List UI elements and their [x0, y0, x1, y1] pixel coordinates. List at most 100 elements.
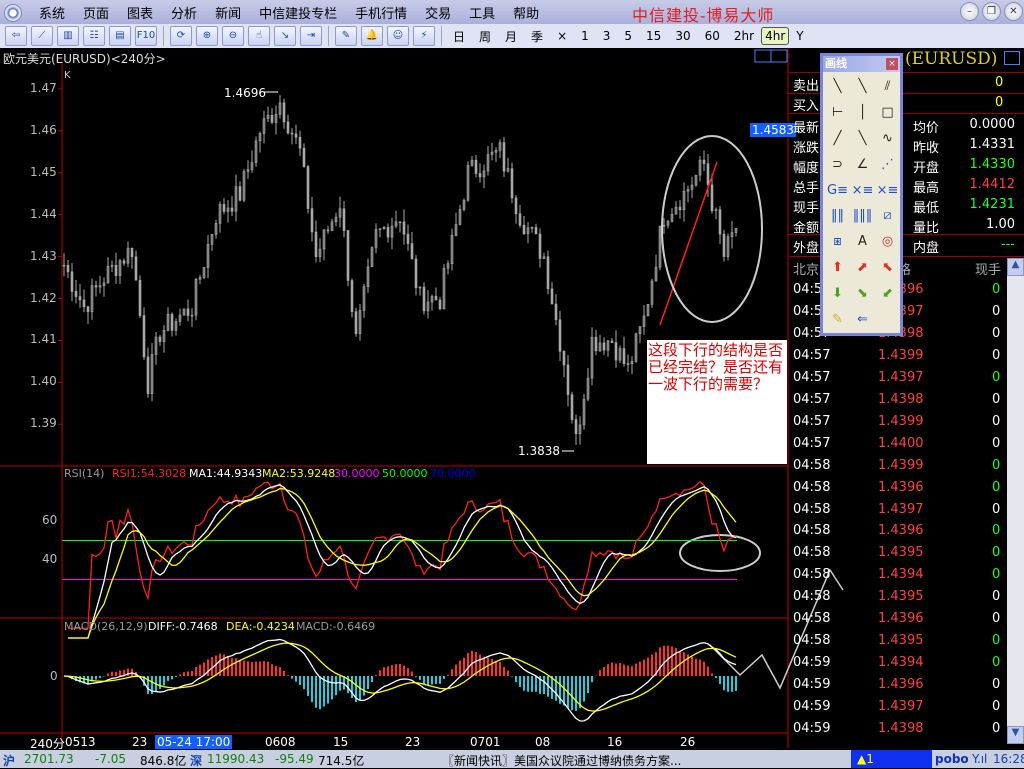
drawing-toolbox[interactable]: 画线 × ╲ ╲ ⫽ ⊢ │ □ ╱ ╲ ∿ ⊃ ∠ ⋰ G≡ ×≡ ×≡ ‖‖ ‖‖‖ ⧄ ⧆ A ◎ ⬆ ⬈ ⬉ ⬇ ⬊ ⬋ ✎ ⇐ — [820, 53, 903, 336]
news-ticker[interactable]: 〖新闻快讯〗美国众议院通过博纳债务方案... — [442, 752, 681, 769]
draw-tool-icon[interactable]: ⫽ — [885, 79, 891, 94]
candle-body — [350, 280, 354, 312]
draw-tool-icon[interactable]: ⊢ — [832, 105, 843, 120]
period-button[interactable]: 2hr — [727, 29, 761, 43]
draw-tool-icon[interactable]: ⇐ — [857, 312, 868, 327]
menu-item[interactable]: 新闻 — [206, 3, 250, 22]
draw-tool-icon[interactable]: ⬉ — [882, 260, 893, 275]
minimize-button[interactable]: – — [960, 2, 979, 21]
tick-price: 1.4395 — [878, 545, 924, 561]
draw-tool-icon[interactable]: □ — [881, 105, 893, 120]
draw-tool-icon[interactable]: ⋰ — [881, 157, 894, 172]
draw-tool-icon[interactable]: ⬇ — [832, 286, 843, 301]
draw-tool-icon[interactable]: ‖‖ — [831, 208, 844, 223]
period-button[interactable]: 30 — [668, 29, 697, 43]
close-button[interactable]: ✕ — [1004, 2, 1023, 21]
draw-tool-icon[interactable]: ╱ — [834, 131, 842, 146]
window-arrow-icon[interactable]: ↘ — [274, 26, 296, 46]
candle-body — [402, 221, 406, 235]
period-button[interactable]: 5 — [617, 29, 639, 43]
period-button[interactable]: 15 — [639, 29, 668, 43]
zoom-out-icon[interactable]: ⊖ — [222, 26, 244, 46]
ellipse-drawing[interactable] — [661, 135, 763, 323]
period-button[interactable]: Y — [789, 29, 810, 43]
toolbox-close-button[interactable]: × — [886, 58, 898, 70]
menu-item[interactable]: 工具 — [460, 3, 504, 22]
lightning-icon[interactable]: ⚡ — [413, 26, 435, 46]
draw-tool-icon[interactable]: ‖‖‖ — [853, 208, 873, 223]
tick-volume: 0 — [992, 391, 1001, 407]
menu-item[interactable]: 页面 — [74, 3, 118, 22]
draw-tool-icon[interactable]: ╲ — [834, 79, 842, 94]
period-button[interactable]: 季 — [524, 28, 550, 45]
period-button[interactable]: 60 — [698, 29, 727, 43]
draw-tool-icon[interactable]: ⬊ — [857, 286, 868, 301]
kline-icon[interactable]: ▥ — [57, 26, 79, 46]
period-button[interactable]: × — [550, 29, 574, 43]
app-logo-icon[interactable] — [4, 3, 22, 22]
refresh-icon[interactable]: ⟳ — [170, 26, 192, 46]
line-chart-icon[interactable]: ⟋ — [31, 26, 53, 46]
tick-volume: 0 — [992, 369, 1001, 385]
draw-icon[interactable]: ✎ — [335, 26, 357, 46]
menu-item[interactable]: 交易 — [416, 3, 460, 22]
scroll-down-button[interactable]: ▼ — [1007, 726, 1024, 744]
draw-tool-icon[interactable]: ⧄ — [883, 208, 891, 223]
draw-tool-icon[interactable]: ×≡ — [852, 183, 874, 198]
period-button[interactable]: 日 — [446, 28, 472, 45]
period-button[interactable]: 月 — [498, 28, 524, 45]
draw-tool-icon[interactable]: ✎ — [832, 312, 843, 327]
candle-body — [286, 121, 290, 134]
draw-tool-icon[interactable]: ◎ — [882, 234, 893, 249]
period-button[interactable]: 3 — [596, 29, 618, 43]
draw-tool-icon[interactable]: G≡ — [827, 183, 848, 198]
menu-item[interactable]: 手机行情 — [346, 3, 416, 22]
maximize-panel-button[interactable] — [1004, 51, 1020, 65]
scroll-right-button[interactable] — [770, 49, 788, 63]
y-tick-label: 1.42 — [30, 290, 57, 305]
period-button[interactable]: 1 — [574, 29, 596, 43]
candle-body — [398, 221, 402, 224]
draw-tool-icon[interactable]: ⊃ — [832, 157, 843, 172]
alert-indicator[interactable]: ▲1 — [851, 750, 932, 768]
menu-item[interactable]: 系统 — [30, 3, 74, 22]
table-icon[interactable]: ☷ — [83, 26, 105, 46]
restore-button[interactable]: ❐ — [982, 2, 1001, 21]
alarm-icon[interactable]: 🔔 — [361, 26, 383, 46]
annotation-text[interactable]: 这段下行的结构是否已经完结？是否还有一波下行的需要？ — [647, 340, 787, 464]
menu-item[interactable]: 中信建投专栏 — [250, 3, 346, 22]
candle-body — [142, 315, 146, 358]
draw-tool-icon[interactable]: ⬋ — [882, 286, 893, 301]
draw-tool-icon[interactable]: ×≡ — [877, 183, 899, 198]
brand-logo: pobo — [935, 752, 969, 766]
period-button[interactable]: 周 — [472, 28, 498, 45]
candle-body — [438, 299, 442, 310]
report-icon[interactable]: ▤ — [109, 26, 131, 46]
zoom-in-icon[interactable]: ⊕ — [196, 26, 218, 46]
draw-tool-icon[interactable]: ⬈ — [857, 260, 868, 275]
draw-tool-icon[interactable]: ∿ — [882, 131, 893, 146]
draw-tool-icon[interactable]: ∠ — [857, 157, 869, 172]
stat-value: 0.0000 — [969, 117, 1016, 132]
period-button[interactable]: 4hr — [761, 27, 790, 45]
draw-tool-icon[interactable]: A — [858, 234, 867, 249]
draw-tool-icon[interactable]: ⬆ — [832, 260, 843, 275]
draw-tool-icon[interactable]: │ — [859, 105, 867, 120]
users-icon[interactable]: ☺ — [387, 26, 409, 46]
tick-price: 1.4399 — [878, 347, 924, 363]
scroll-left-button[interactable] — [754, 49, 772, 63]
x-tick-label: 26 — [680, 735, 696, 749]
f10-icon[interactable]: F10 — [135, 26, 157, 46]
tick-list-scrollbar[interactable]: ▲ ▼ — [1007, 258, 1024, 744]
back-icon[interactable]: ⇦ — [5, 26, 27, 46]
draw-tool-icon[interactable]: ⧆ — [833, 234, 841, 249]
scroll-up-button[interactable]: ▲ — [1007, 258, 1024, 276]
cursor-icon[interactable]: ☝ — [248, 26, 270, 46]
candle-body — [562, 351, 566, 366]
menu-item[interactable]: 分析 — [162, 3, 206, 22]
draw-tool-icon[interactable]: ╲ — [859, 131, 867, 146]
draw-tool-icon[interactable]: ╲ — [859, 79, 867, 94]
export-icon[interactable]: ⇥ — [300, 26, 322, 46]
menu-item[interactable]: 图表 — [118, 3, 162, 22]
menu-item[interactable]: 帮助 — [504, 3, 548, 22]
